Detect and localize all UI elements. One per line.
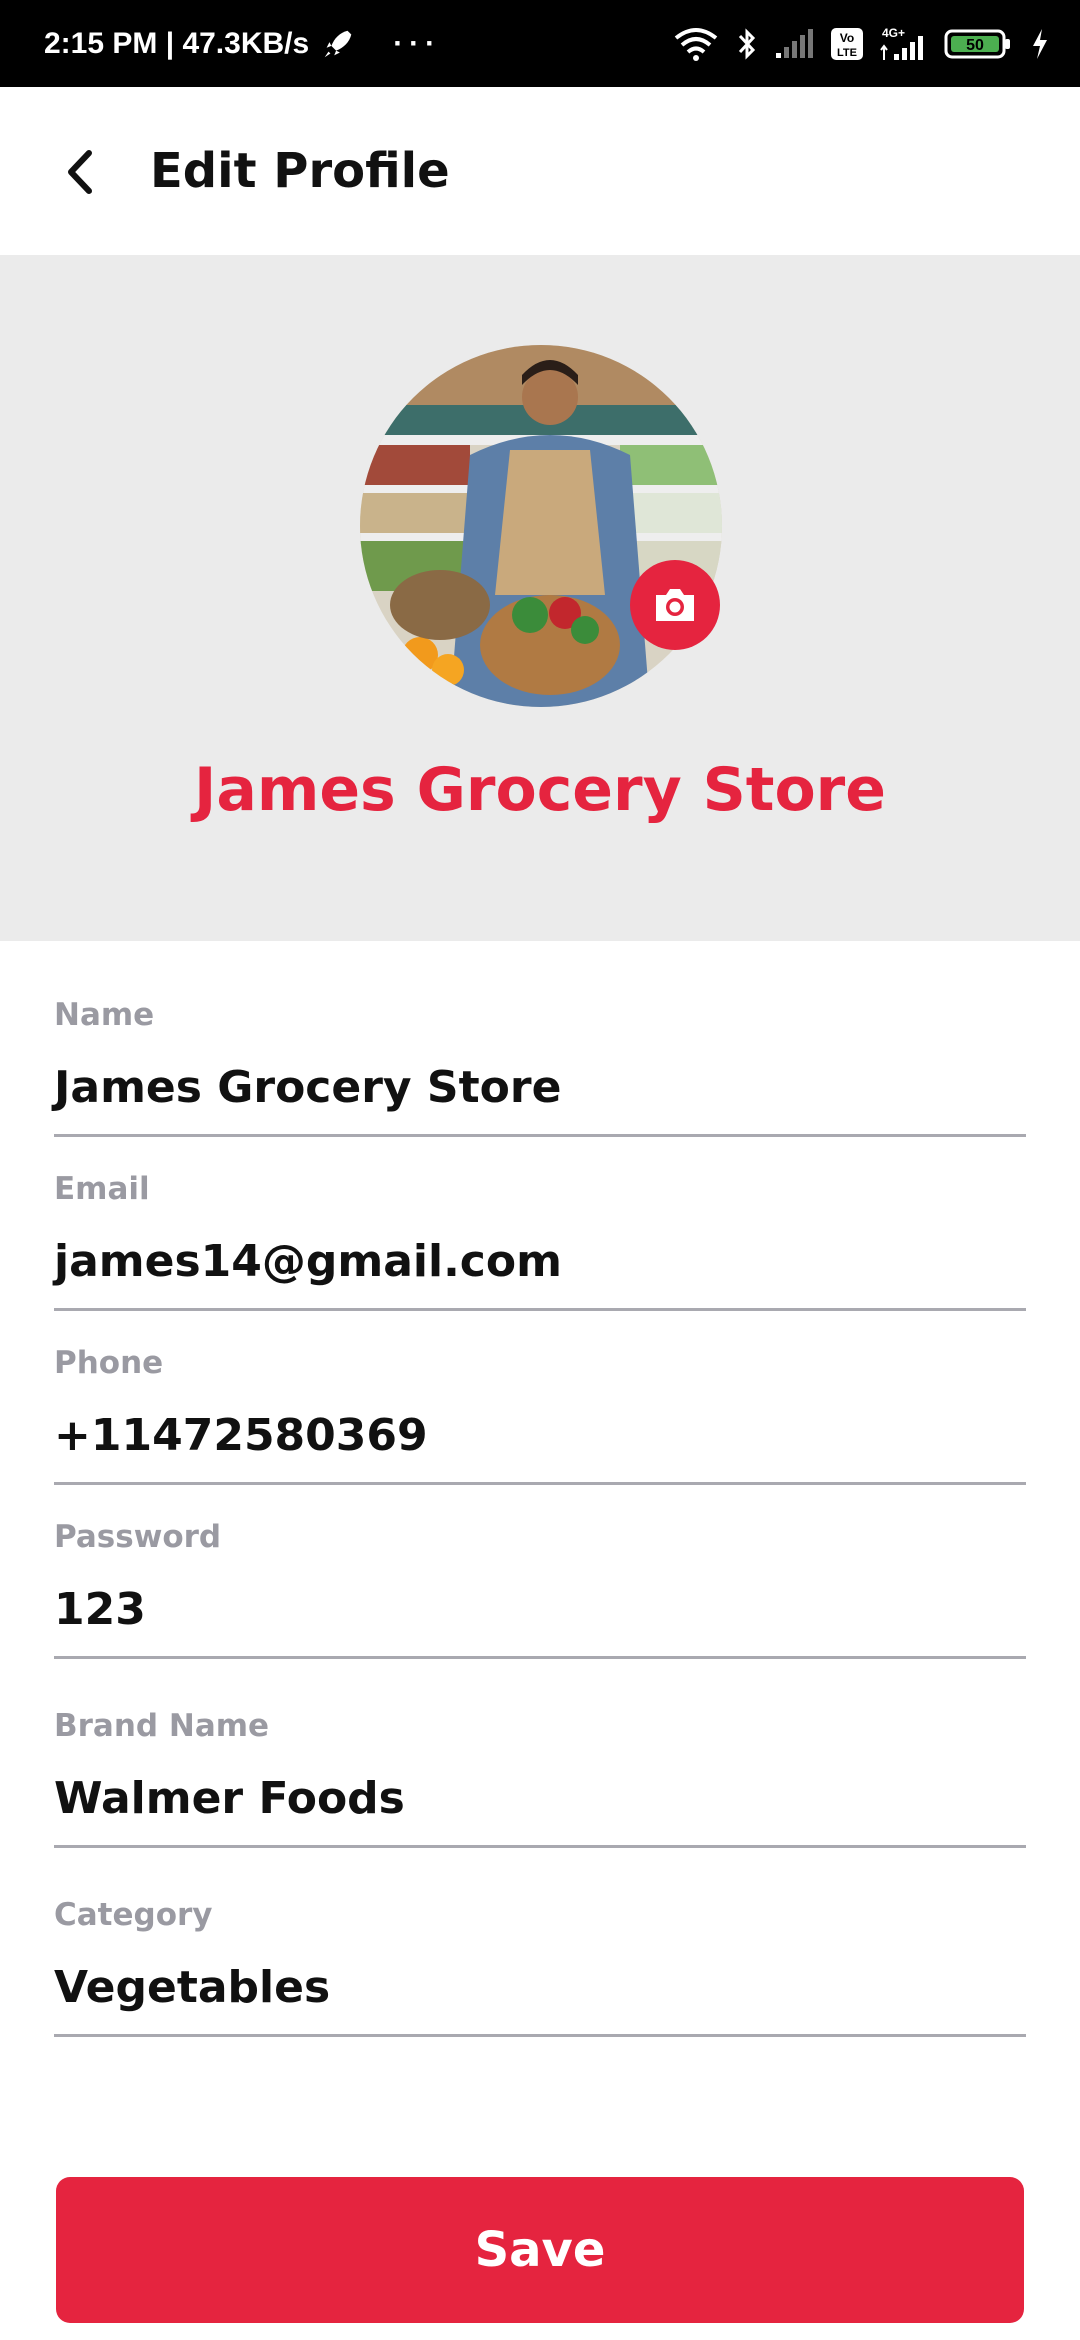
- avatar-container: [360, 345, 722, 707]
- email-underline: [54, 1308, 1026, 1311]
- category-input[interactable]: Vegetables: [54, 1947, 1026, 2027]
- bluetooth-icon: [738, 27, 756, 60]
- phone-underline: [54, 1482, 1026, 1485]
- name-input[interactable]: James Grocery Store: [54, 1047, 1026, 1127]
- rocket-icon: [324, 30, 352, 57]
- change-photo-button[interactable]: [630, 560, 720, 650]
- status-bar: 2:15 PM | 47.3KB/s ··· Vo LTE 4G+ 50: [0, 0, 1080, 87]
- email-label: Email: [54, 1171, 150, 1207]
- charging-bolt-icon: [1033, 28, 1047, 59]
- page-title: Edit Profile: [150, 143, 450, 199]
- name-underline: [54, 1134, 1026, 1137]
- back-arrow-icon: [68, 150, 92, 194]
- battery-icon: 50: [944, 29, 1010, 58]
- volte-icon: Vo LTE: [831, 27, 863, 60]
- save-button[interactable]: Save: [56, 2177, 1024, 2323]
- status-time: 2:15 PM | 47.3KB/s: [44, 26, 310, 60]
- phone-label: Phone: [54, 1345, 164, 1381]
- signal-weak-icon: [776, 28, 813, 58]
- category-underline: [54, 2034, 1026, 2037]
- svg-text:4G+: 4G+: [882, 26, 905, 40]
- password-label: Password: [54, 1519, 222, 1555]
- svg-text:50: 50: [966, 37, 984, 54]
- category-label: Category: [54, 1897, 213, 1933]
- signal-4g-icon: 4G+: [880, 26, 923, 60]
- store-name-heading: James Grocery Store: [194, 755, 886, 825]
- password-input[interactable]: 123: [54, 1569, 1026, 1649]
- phone-input[interactable]: +11472580369: [54, 1395, 1026, 1475]
- profile-header: James Grocery Store: [0, 255, 1080, 941]
- brand-name-input[interactable]: Walmer Foods: [54, 1758, 1026, 1838]
- status-left: 2:15 PM | 47.3KB/s ···: [44, 0, 441, 87]
- avatar-photo: [360, 345, 722, 707]
- email-input[interactable]: james14@gmail.com: [54, 1221, 1026, 1301]
- camera-icon: [656, 589, 694, 621]
- status-right: Vo LTE 4G+ 50: [672, 0, 1050, 87]
- password-underline: [54, 1656, 1026, 1659]
- brand-name-underline: [54, 1845, 1026, 1848]
- app-bar: Edit Profile: [0, 87, 1080, 255]
- brand-name-label: Brand Name: [54, 1708, 270, 1744]
- svg-text:Vo: Vo: [840, 31, 854, 45]
- svg-text:LTE: LTE: [837, 47, 857, 59]
- wifi-icon: [674, 27, 718, 61]
- avatar[interactable]: [360, 345, 722, 707]
- more-dots-icon: ···: [393, 26, 442, 60]
- name-label: Name: [54, 997, 155, 1033]
- back-button[interactable]: [44, 137, 114, 207]
